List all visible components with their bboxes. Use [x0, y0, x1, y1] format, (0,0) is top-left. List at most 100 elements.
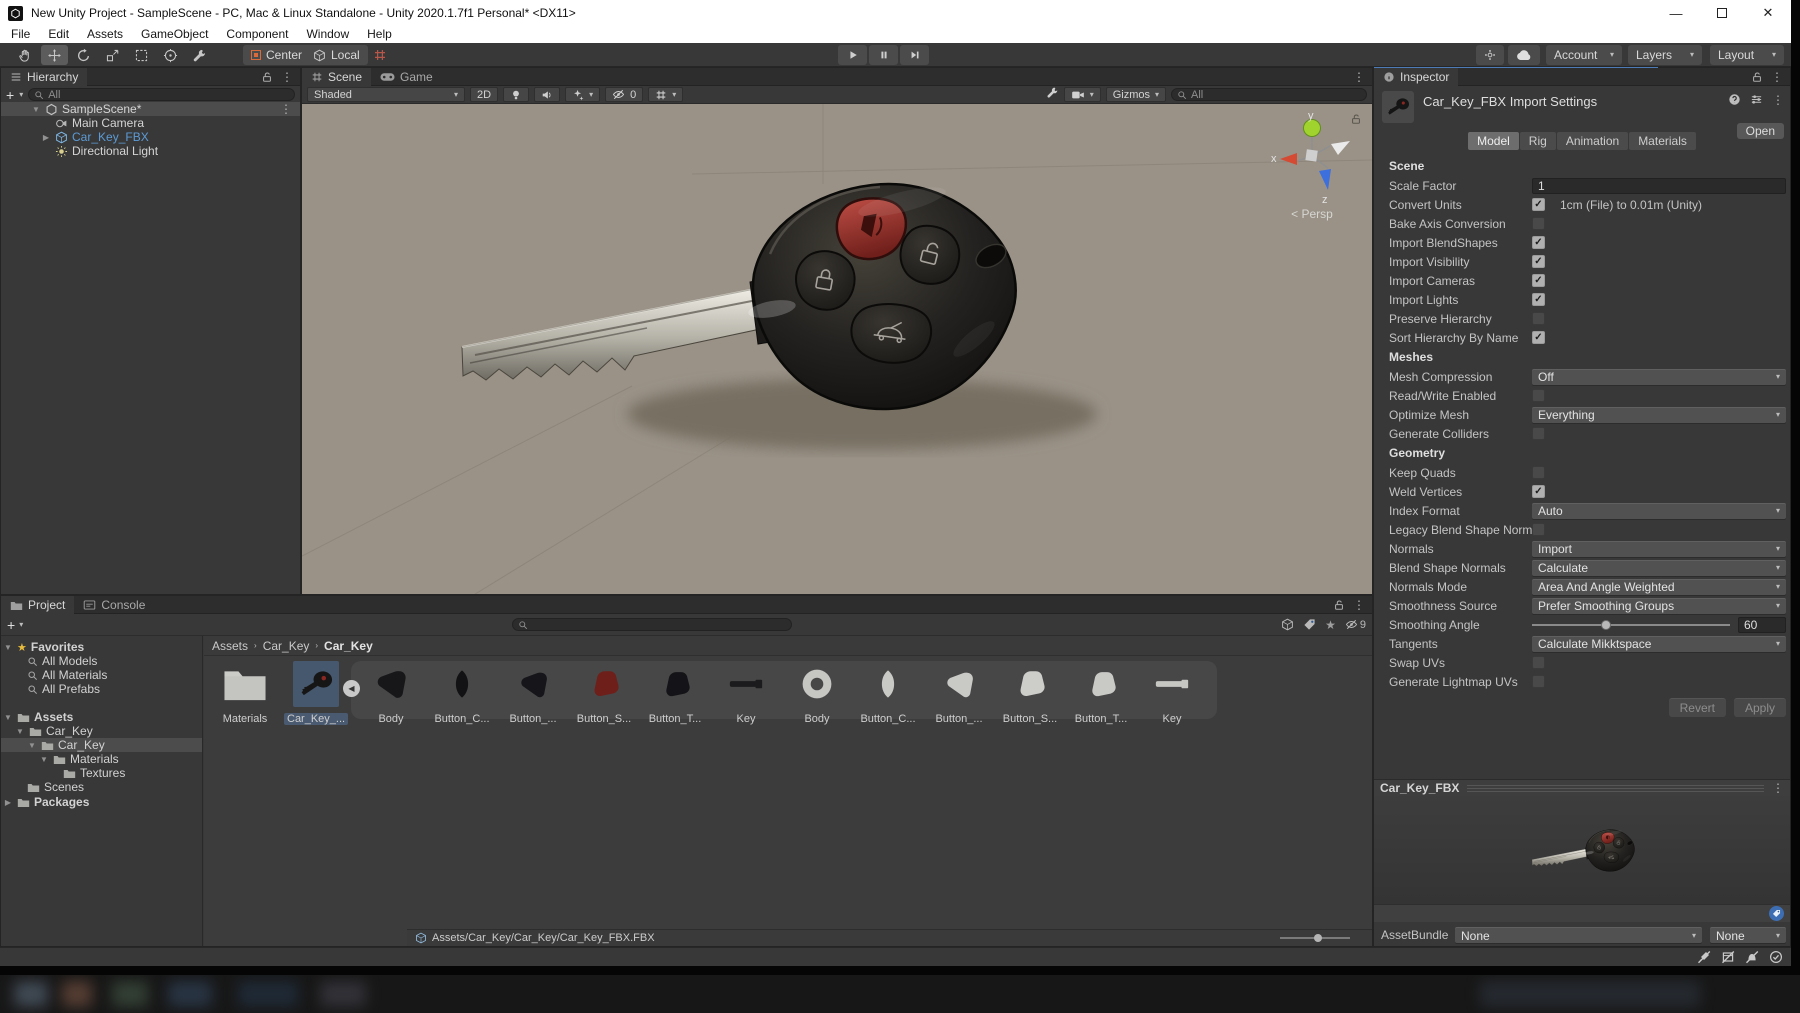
tree-car-key[interactable]: ▼ Car_Key	[1, 724, 202, 738]
asset-grid[interactable]: ◀ Materials Car_Key_... Body Button_C...…	[204, 656, 1372, 929]
hierarchy-menu-icon[interactable]: ⋮	[281, 71, 293, 83]
tree-favorites[interactable]: ▼ ★ Favorites	[1, 640, 202, 654]
smoothing-angle-slider[interactable]	[1532, 619, 1730, 630]
project-search-input[interactable]	[512, 618, 793, 631]
subasset-button[interactable]: Button_...	[501, 661, 565, 725]
menu-gameobject[interactable]: GameObject	[132, 26, 217, 43]
swap-uvs-checkbox[interactable]	[1532, 656, 1545, 669]
hierarchy-lock-icon[interactable]	[261, 71, 273, 83]
preserve-hierarchy-checkbox[interactable]	[1532, 312, 1545, 325]
tab-hierarchy[interactable]: Hierarchy	[1, 68, 88, 86]
tab-animation[interactable]: Animation	[1556, 132, 1629, 150]
weld-vertices-checkbox[interactable]	[1532, 485, 1545, 498]
tab-project[interactable]: Project	[1, 596, 75, 614]
smoothing-angle-value[interactable]: 60	[1738, 616, 1786, 633]
tab-rig[interactable]: Rig	[1519, 132, 1556, 150]
tree-materials[interactable]: ▼ Materials	[1, 752, 202, 766]
normals-mode-dropdown[interactable]: Area And Angle Weighted ▾	[1532, 578, 1786, 595]
scene-grid-dropdown[interactable]: ▾	[648, 87, 684, 102]
move-tool-button[interactable]	[41, 45, 68, 65]
breadcrumb-car-key[interactable]: Car_Key	[263, 639, 310, 653]
tree-assets[interactable]: ▼ Assets	[1, 710, 202, 724]
subasset-button-c[interactable]: Button_C...	[430, 661, 494, 725]
tab-model[interactable]: Model	[1468, 132, 1519, 150]
generate-colliders-checkbox[interactable]	[1532, 427, 1545, 440]
preview-drag-handle[interactable]	[1467, 784, 1764, 792]
project-add-button[interactable]: +	[7, 617, 15, 633]
scale-factor-input[interactable]: 1	[1532, 177, 1786, 194]
scene-row-menu-icon[interactable]: ⋮	[280, 103, 292, 115]
layers-dropdown[interactable]: Layers ▾	[1628, 45, 1702, 65]
preview-menu-icon[interactable]: ⋮	[1772, 782, 1784, 794]
hierarchy-row-main-camera[interactable]: Main Camera	[1, 116, 300, 130]
tree-textures[interactable]: Textures	[1, 766, 202, 780]
2d-toggle-button[interactable]: 2D	[470, 87, 499, 102]
hierarchy-add-button[interactable]: +	[6, 88, 14, 102]
preview-header[interactable]: Car_Key_FBX ⋮	[1374, 779, 1790, 796]
project-menu-icon[interactable]: ⋮	[1353, 599, 1365, 611]
generate-lightmap-uvs-checkbox[interactable]	[1532, 675, 1545, 688]
import-lights-checkbox[interactable]	[1532, 293, 1545, 306]
orientation-gizmo[interactable]: y x z < Persp	[1270, 110, 1354, 221]
hierarchy-search-input[interactable]: All	[28, 88, 295, 101]
mesh-button-s[interactable]: Button_S...	[998, 661, 1062, 725]
subasset-button-s[interactable]: Button_S...	[572, 661, 636, 725]
save-search-icon[interactable]: ★	[1325, 618, 1336, 632]
scale-tool-button[interactable]	[99, 45, 126, 65]
menu-edit[interactable]: Edit	[39, 26, 78, 43]
bake-axis-conversion-checkbox[interactable]	[1532, 217, 1545, 230]
blendshape-normals-dropdown[interactable]: Calculate ▾	[1532, 559, 1786, 576]
collapse-subassets-icon[interactable]: ◀	[343, 680, 360, 697]
step-button[interactable]	[900, 45, 929, 65]
search-by-type-icon[interactable]	[1281, 618, 1294, 631]
project-lock-icon[interactable]	[1333, 599, 1345, 611]
maximize-button[interactable]	[1699, 0, 1745, 26]
asset-bundle-dropdown[interactable]: None ▾	[1455, 927, 1702, 943]
hierarchy-row-scene[interactable]: ▼ SampleScene* ⋮	[1, 102, 300, 116]
mesh-button-c[interactable]: Button_C...	[856, 661, 920, 725]
tree-all-models[interactable]: All Models	[1, 654, 202, 668]
tree-all-materials[interactable]: All Materials	[1, 668, 202, 682]
normals-dropdown[interactable]: Import ▾	[1532, 540, 1786, 557]
menu-help[interactable]: Help	[358, 26, 401, 43]
scene-tools-icon[interactable]	[1046, 86, 1059, 104]
hidden-packages-toggle[interactable]: 9	[1345, 619, 1366, 631]
draw-mode-dropdown[interactable]: Shaded ▾	[307, 87, 465, 102]
import-settings-menu-icon[interactable]: ⋮	[1772, 94, 1784, 106]
inspector-lock-icon[interactable]	[1751, 71, 1763, 83]
gizmos-dropdown[interactable]: Gizmos ▾	[1105, 87, 1166, 102]
menu-assets[interactable]: Assets	[78, 26, 132, 43]
inspector-menu-icon[interactable]: ⋮	[1771, 71, 1783, 83]
smoothness-source-dropdown[interactable]: Prefer Smoothing Groups ▾	[1532, 597, 1786, 614]
scene-camera-dropdown[interactable]: ▾	[1063, 87, 1101, 102]
asset-materials[interactable]: Materials	[213, 661, 277, 725]
keep-quads-checkbox[interactable]	[1532, 466, 1545, 479]
rotate-tool-button[interactable]	[70, 45, 97, 65]
revert-button[interactable]: Revert	[1668, 698, 1726, 717]
transform-tool-button[interactable]	[157, 45, 184, 65]
grid-snap-button[interactable]	[366, 45, 393, 65]
scene-menu-icon[interactable]: ⋮	[1353, 71, 1365, 83]
scene-search-input[interactable]: All	[1171, 88, 1367, 101]
project-add-caret[interactable]: ▾	[19, 620, 23, 629]
close-button[interactable]: ✕	[1745, 0, 1791, 26]
scene-lighting-toggle[interactable]	[503, 87, 530, 102]
scene-audio-toggle[interactable]	[534, 87, 561, 102]
cloud-services-button[interactable]	[1508, 45, 1540, 65]
play-button[interactable]	[838, 45, 867, 65]
import-blendshapes-checkbox[interactable]	[1532, 236, 1545, 249]
menu-file[interactable]: File	[2, 26, 39, 43]
minimize-button[interactable]: —	[1653, 0, 1699, 26]
asset-car-key-fbx[interactable]: Car_Key_...	[284, 661, 349, 727]
collab-disabled-icon[interactable]	[1697, 950, 1711, 964]
tab-inspector[interactable]: Inspector	[1374, 68, 1459, 86]
hierarchy-row-directional-light[interactable]: Directional Light	[1, 144, 300, 158]
legacy-blendshape-normals-checkbox[interactable]	[1532, 523, 1545, 536]
help-icon[interactable]	[1728, 93, 1741, 106]
tree-packages[interactable]: ▶ Packages	[1, 795, 202, 809]
subasset-button-t[interactable]: Button_T...	[643, 661, 707, 725]
tab-scene[interactable]: Scene	[302, 68, 372, 86]
tab-materials[interactable]: Materials	[1629, 132, 1696, 150]
mesh-button[interactable]: Button_...	[927, 661, 991, 725]
import-cameras-checkbox[interactable]	[1532, 274, 1545, 287]
